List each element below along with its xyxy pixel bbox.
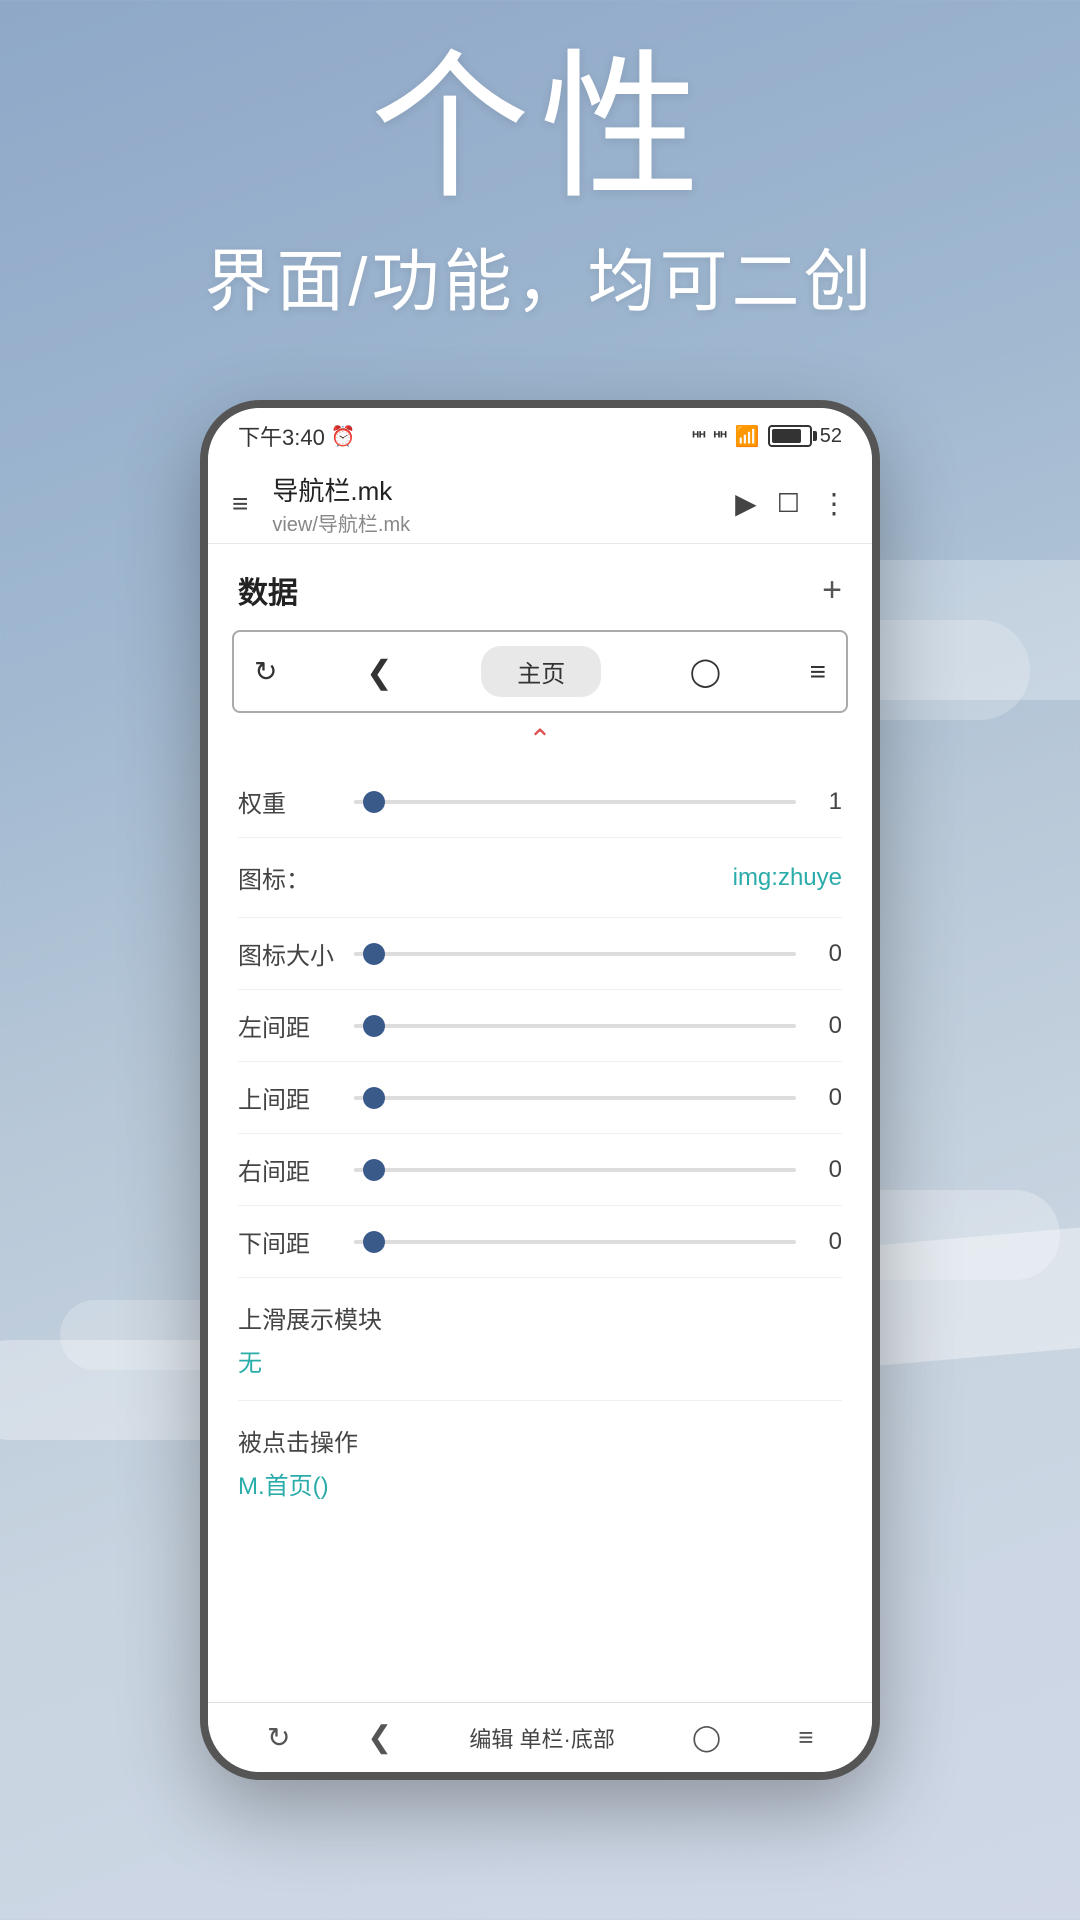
prop-icon: 图标： img:zhuye bbox=[238, 838, 842, 918]
margin-top-label: 上间距 bbox=[238, 1080, 338, 1115]
prop-margin-bottom: 下间距 0 bbox=[238, 1206, 842, 1278]
alarm-icon: ⏰ bbox=[331, 424, 356, 449]
margin-right-label: 右间距 bbox=[238, 1152, 338, 1187]
margin-left-label: 左间距 bbox=[238, 1008, 338, 1043]
margin-right-value: 0 bbox=[812, 1156, 842, 1184]
file-path-label: view/导航栏.mk bbox=[272, 508, 719, 537]
icon-label: 图标： bbox=[238, 860, 338, 895]
icon-value[interactable]: img:zhuye bbox=[733, 864, 842, 892]
data-section-header: 数据 + bbox=[208, 544, 872, 630]
signal-icon-2: ᵸᵸ bbox=[714, 426, 727, 447]
bottom-nav-left-icon[interactable]: ❮ bbox=[367, 1720, 392, 1755]
click-action-label: 被点击操作 bbox=[238, 1423, 842, 1458]
weight-label: 权重 bbox=[238, 784, 338, 819]
prop-margin-left: 左间距 0 bbox=[238, 990, 842, 1062]
nav-circle-icon[interactable]: ◯ bbox=[690, 655, 721, 688]
prop-margin-right: 右间距 0 bbox=[238, 1134, 842, 1206]
menu-icon[interactable]: ≡ bbox=[232, 488, 248, 520]
status-time: 下午3:40 bbox=[238, 420, 325, 452]
battery-percent: 52 bbox=[820, 425, 842, 448]
content-area: 数据 + ↺ ❮ 主页 ◯ ≡ ⌃ 权重 bbox=[208, 544, 872, 1702]
margin-bottom-value: 0 bbox=[812, 1228, 842, 1256]
nav-home-button[interactable]: 主页 bbox=[481, 646, 601, 697]
icon-size-value: 0 bbox=[812, 940, 842, 968]
signal-icon-1: ᵸᵸ bbox=[692, 426, 705, 447]
click-action-value[interactable]: M.首页() bbox=[238, 1473, 329, 1500]
prop-click-action: 被点击操作 M.首页() bbox=[238, 1401, 842, 1523]
bottom-nav-label: 编辑 单栏·底部 bbox=[469, 1722, 614, 1754]
weight-slider[interactable] bbox=[354, 800, 796, 804]
margin-left-value: 0 bbox=[812, 1012, 842, 1040]
page-main-title: 个性 bbox=[0, 40, 1080, 216]
play-icon[interactable]: ▶ bbox=[735, 487, 757, 520]
margin-top-value: 0 bbox=[812, 1084, 842, 1112]
margin-left-slider[interactable] bbox=[354, 1024, 796, 1028]
margin-right-slider[interactable] bbox=[354, 1168, 796, 1172]
wifi-icon: 📶 bbox=[735, 424, 760, 449]
prop-icon-size: 图标大小 0 bbox=[238, 918, 842, 990]
icon-size-slider[interactable] bbox=[354, 952, 796, 956]
add-button[interactable]: + bbox=[822, 571, 842, 610]
status-bar: 下午3:40 ⏰ ᵸᵸ ᵸᵸ 📶 52 bbox=[208, 408, 872, 464]
bottom-nav-back-icon[interactable]: ↺ bbox=[267, 1721, 290, 1754]
prop-margin-top: 上间距 0 bbox=[238, 1062, 842, 1134]
bottom-nav-bar: ↺ ❮ 编辑 单栏·底部 ◯ ≡ bbox=[208, 1702, 872, 1772]
nav-back-icon[interactable]: ↺ bbox=[254, 655, 277, 688]
nav-menu-icon[interactable]: ≡ bbox=[810, 656, 826, 688]
page-subtitle: 界面/功能，均可二创 bbox=[0, 226, 1080, 325]
toolbar-actions: ▶ ☐ ⋮ bbox=[735, 487, 848, 520]
properties-section: 权重 1 图标： img:zhuye bbox=[208, 766, 872, 1523]
margin-bottom-label: 下间距 bbox=[238, 1224, 338, 1259]
section-title: 数据 bbox=[238, 568, 298, 612]
toolbar-title-area: 导航栏.mk view/导航栏.mk bbox=[272, 471, 719, 537]
phone-mockup: 下午3:40 ⏰ ᵸᵸ ᵸᵸ 📶 52 ≡ 导航栏.mk view/导航栏.mk… bbox=[200, 400, 880, 1780]
bottom-nav-menu-icon[interactable]: ≡ bbox=[798, 1722, 813, 1753]
more-icon[interactable]: ⋮ bbox=[820, 487, 848, 520]
collapse-arrow[interactable]: ⌃ bbox=[208, 713, 872, 766]
slide-module-label: 上滑展示模块 bbox=[238, 1300, 842, 1335]
slide-module-value[interactable]: 无 bbox=[238, 1350, 262, 1377]
bottom-nav-circle-icon[interactable]: ◯ bbox=[692, 1722, 721, 1753]
nav-preview: ↺ ❮ 主页 ◯ ≡ bbox=[232, 630, 848, 713]
prop-weight: 权重 1 bbox=[238, 766, 842, 838]
weight-value: 1 bbox=[812, 788, 842, 816]
save-icon[interactable]: ☐ bbox=[777, 488, 800, 519]
margin-bottom-slider[interactable] bbox=[354, 1240, 796, 1244]
toolbar: ≡ 导航栏.mk view/导航栏.mk ▶ ☐ ⋮ bbox=[208, 464, 872, 544]
filename-label: 导航栏.mk bbox=[272, 471, 719, 508]
nav-left-icon[interactable]: ❮ bbox=[366, 653, 393, 691]
battery-icon bbox=[768, 425, 812, 447]
margin-top-slider[interactable] bbox=[354, 1096, 796, 1100]
prop-slide-module: 上滑展示模块 无 bbox=[238, 1278, 842, 1401]
icon-size-label: 图标大小 bbox=[238, 936, 338, 971]
